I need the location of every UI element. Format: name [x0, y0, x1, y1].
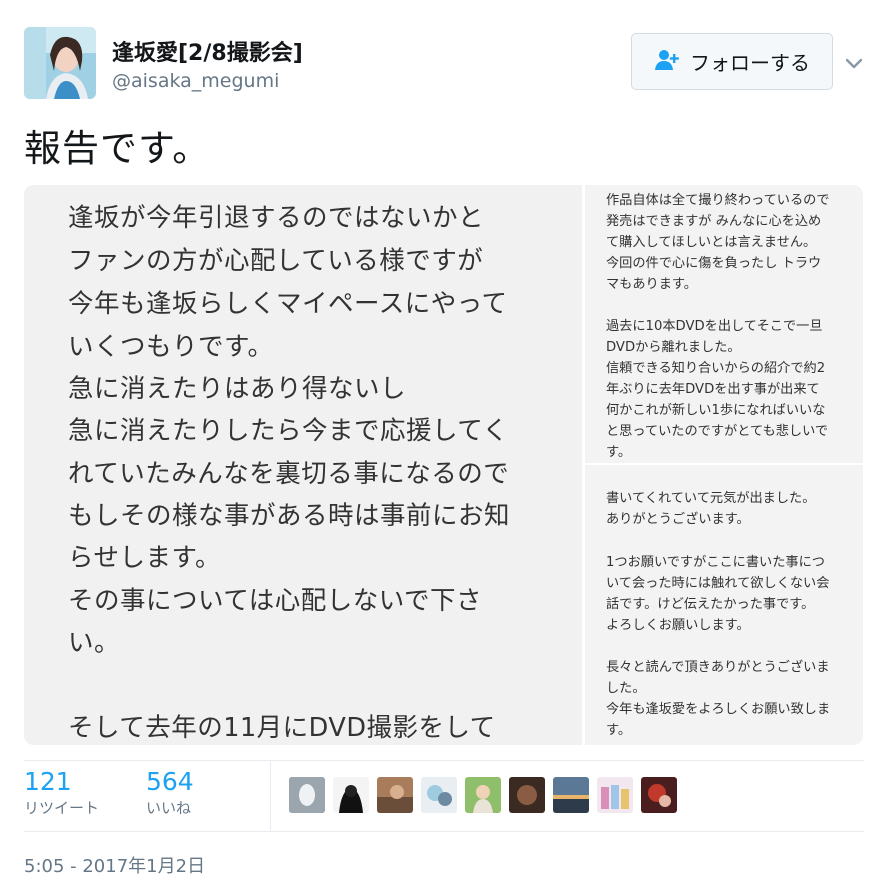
- liker-avatar[interactable]: [597, 777, 633, 813]
- like-count[interactable]: 564 いいね: [146, 767, 194, 819]
- like-count-label: いいね: [146, 799, 192, 817]
- display-name[interactable]: 逢坂愛[2/8撮影会]: [112, 35, 303, 67]
- note-line: そして去年の11月にDVD撮影をして: [68, 713, 496, 743]
- note-line: いて会った時には触れて欲しくない会: [606, 576, 830, 591]
- liker-avatar[interactable]: [377, 777, 413, 813]
- tweet-stats: 121 リツイート 564 いいね: [24, 760, 864, 832]
- note-line: 話です。けど伝えたかった事です。: [606, 597, 815, 612]
- note-line: マもあります。: [606, 277, 697, 292]
- note-line: す。: [606, 445, 632, 460]
- liker-avatar[interactable]: [509, 777, 545, 813]
- follow-button-label: フォローする: [690, 51, 810, 75]
- note-line: 過去に10本DVDを出してそこで一旦: [606, 319, 823, 334]
- avatar-photo: [24, 27, 96, 99]
- note-line: い。: [68, 628, 121, 658]
- note-line: ファンの方が心配している様ですが: [68, 246, 484, 276]
- note-line: らせします。: [68, 543, 221, 573]
- media-divider: [585, 463, 863, 465]
- note-line: 逢坂が今年引退するのではないかと: [68, 203, 485, 233]
- note-line: ありがとうございます。: [606, 512, 750, 527]
- follow-button[interactable]: フォローする: [631, 33, 833, 90]
- note-line: もしその様な事がある時は事前にお知: [68, 501, 511, 531]
- note-line: した。: [606, 681, 646, 696]
- note-line: 作品自体は全て撮り終わっているので: [606, 193, 830, 208]
- add-user-icon: [654, 49, 680, 75]
- note-line: いくつもりです。: [68, 332, 274, 362]
- note-line: 長々と読んで頂きありがとうございま: [606, 660, 830, 675]
- note-line: す。: [606, 723, 632, 738]
- note-line: 書いてくれていて元気が出ました。: [606, 491, 816, 506]
- liker-avatar[interactable]: [641, 777, 677, 813]
- chevron-down-icon[interactable]: [844, 53, 864, 73]
- avatar[interactable]: [24, 27, 96, 99]
- user-handle[interactable]: @aisaka_megumi: [112, 70, 279, 92]
- note-line: 発売はできますが みんなに心を込め: [606, 214, 822, 229]
- note-line: 今回の件で心に傷を負ったし トラウ: [606, 256, 822, 271]
- tweet-header: 逢坂愛[2/8撮影会] @aisaka_megumi フォローする: [24, 27, 864, 99]
- retweet-count[interactable]: 121 リツイート: [24, 767, 99, 819]
- liker-avatar[interactable]: [333, 777, 369, 813]
- note-line: て購入してほしいとは言えません。: [606, 235, 817, 250]
- retweet-count-label: リツイート: [24, 799, 100, 817]
- note-line: 何かこれが新しい1歩になればいいな: [606, 403, 826, 418]
- note-line: DVDから離れました。: [606, 340, 741, 355]
- liker-avatar[interactable]: [421, 777, 457, 813]
- note-line: 急に消えたりしたら今まで応援してく: [68, 416, 509, 446]
- note-line: 信頼できる知り合いからの紹介で約2: [606, 361, 826, 376]
- note-line: 今年も逢坂らしくマイペースにやって: [68, 289, 508, 319]
- note-line: 1つお願いですがここに書いた事につ: [606, 555, 825, 570]
- note-line: その事については心配しないで下さ: [68, 586, 482, 616]
- tweet-text: 報告です。: [24, 127, 211, 170]
- retweet-count-value: 121: [24, 767, 72, 796]
- tweet-timestamp[interactable]: 5:05 - 2017年1月2日: [24, 852, 205, 878]
- tweet-media[interactable]: 逢坂が今年引退するのではないかと ファンの方が心配している様ですが 今年も逢坂ら…: [24, 185, 863, 745]
- note-line: 年ぶりに去年DVDを出す事が出来て: [606, 382, 820, 397]
- stats-divider: [270, 761, 271, 831]
- note-line: れていたみんなを裏切る事になるので: [68, 459, 510, 489]
- note-line: 今年も逢坂愛をよろしくお願い致しま: [606, 702, 831, 717]
- liker-avatar[interactable]: [465, 777, 501, 813]
- note-line: よろしくお願いします。: [606, 618, 750, 633]
- liker-avatar[interactable]: [553, 777, 589, 813]
- note-line: と思っていたのですがとても悲しいで: [606, 424, 829, 439]
- note-line: 急に消えたりはあり得ないし: [68, 374, 407, 404]
- liker-avatar[interactable]: [289, 777, 325, 813]
- like-count-value: 564: [146, 767, 194, 796]
